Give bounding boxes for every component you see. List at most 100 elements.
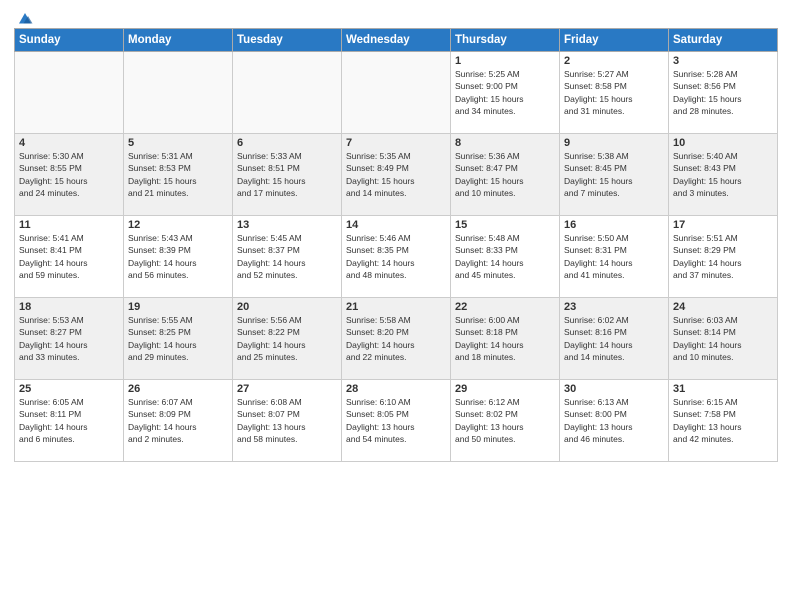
calendar-day-cell: 28Sunrise: 6:10 AMSunset: 8:05 PMDayligh… bbox=[342, 380, 451, 462]
day-number: 10 bbox=[673, 137, 773, 149]
calendar-week-row: 1Sunrise: 5:25 AMSunset: 9:00 PMDaylight… bbox=[15, 52, 778, 134]
calendar-day-cell bbox=[15, 52, 124, 134]
day-info: Sunrise: 6:07 AMSunset: 8:09 PMDaylight:… bbox=[128, 396, 228, 445]
day-info: Sunrise: 5:33 AMSunset: 8:51 PMDaylight:… bbox=[237, 150, 337, 199]
day-number: 23 bbox=[564, 301, 664, 313]
calendar-week-row: 11Sunrise: 5:41 AMSunset: 8:41 PMDayligh… bbox=[15, 216, 778, 298]
day-number: 6 bbox=[237, 137, 337, 149]
day-info: Sunrise: 5:38 AMSunset: 8:45 PMDaylight:… bbox=[564, 150, 664, 199]
day-info: Sunrise: 5:58 AMSunset: 8:20 PMDaylight:… bbox=[346, 314, 446, 363]
calendar-week-row: 25Sunrise: 6:05 AMSunset: 8:11 PMDayligh… bbox=[15, 380, 778, 462]
header bbox=[14, 10, 778, 24]
day-number: 20 bbox=[237, 301, 337, 313]
calendar-week-row: 4Sunrise: 5:30 AMSunset: 8:55 PMDaylight… bbox=[15, 134, 778, 216]
calendar-day-cell: 26Sunrise: 6:07 AMSunset: 8:09 PMDayligh… bbox=[124, 380, 233, 462]
day-number: 17 bbox=[673, 219, 773, 231]
day-number: 3 bbox=[673, 55, 773, 67]
calendar-day-cell: 31Sunrise: 6:15 AMSunset: 7:58 PMDayligh… bbox=[669, 380, 778, 462]
calendar-day-cell: 29Sunrise: 6:12 AMSunset: 8:02 PMDayligh… bbox=[451, 380, 560, 462]
calendar-week-row: 18Sunrise: 5:53 AMSunset: 8:27 PMDayligh… bbox=[15, 298, 778, 380]
day-number: 31 bbox=[673, 383, 773, 395]
day-number: 2 bbox=[564, 55, 664, 67]
day-info: Sunrise: 6:02 AMSunset: 8:16 PMDaylight:… bbox=[564, 314, 664, 363]
calendar-header-monday: Monday bbox=[124, 29, 233, 52]
calendar-day-cell: 27Sunrise: 6:08 AMSunset: 8:07 PMDayligh… bbox=[233, 380, 342, 462]
day-info: Sunrise: 5:36 AMSunset: 8:47 PMDaylight:… bbox=[455, 150, 555, 199]
day-number: 24 bbox=[673, 301, 773, 313]
calendar-day-cell: 22Sunrise: 6:00 AMSunset: 8:18 PMDayligh… bbox=[451, 298, 560, 380]
calendar-day-cell: 7Sunrise: 5:35 AMSunset: 8:49 PMDaylight… bbox=[342, 134, 451, 216]
day-number: 9 bbox=[564, 137, 664, 149]
logo bbox=[14, 10, 34, 24]
calendar-day-cell: 6Sunrise: 5:33 AMSunset: 8:51 PMDaylight… bbox=[233, 134, 342, 216]
day-info: Sunrise: 6:12 AMSunset: 8:02 PMDaylight:… bbox=[455, 396, 555, 445]
calendar-day-cell: 14Sunrise: 5:46 AMSunset: 8:35 PMDayligh… bbox=[342, 216, 451, 298]
calendar-day-cell: 11Sunrise: 5:41 AMSunset: 8:41 PMDayligh… bbox=[15, 216, 124, 298]
day-info: Sunrise: 5:35 AMSunset: 8:49 PMDaylight:… bbox=[346, 150, 446, 199]
page: SundayMondayTuesdayWednesdayThursdayFrid… bbox=[0, 0, 792, 612]
day-info: Sunrise: 6:15 AMSunset: 7:58 PMDaylight:… bbox=[673, 396, 773, 445]
calendar-table: SundayMondayTuesdayWednesdayThursdayFrid… bbox=[14, 28, 778, 462]
day-info: Sunrise: 5:43 AMSunset: 8:39 PMDaylight:… bbox=[128, 232, 228, 281]
day-number: 5 bbox=[128, 137, 228, 149]
calendar-day-cell: 10Sunrise: 5:40 AMSunset: 8:43 PMDayligh… bbox=[669, 134, 778, 216]
calendar-day-cell: 15Sunrise: 5:48 AMSunset: 8:33 PMDayligh… bbox=[451, 216, 560, 298]
day-info: Sunrise: 5:56 AMSunset: 8:22 PMDaylight:… bbox=[237, 314, 337, 363]
day-number: 22 bbox=[455, 301, 555, 313]
day-info: Sunrise: 6:08 AMSunset: 8:07 PMDaylight:… bbox=[237, 396, 337, 445]
calendar-day-cell: 3Sunrise: 5:28 AMSunset: 8:56 PMDaylight… bbox=[669, 52, 778, 134]
day-info: Sunrise: 5:51 AMSunset: 8:29 PMDaylight:… bbox=[673, 232, 773, 281]
day-number: 13 bbox=[237, 219, 337, 231]
day-info: Sunrise: 5:25 AMSunset: 9:00 PMDaylight:… bbox=[455, 68, 555, 117]
day-info: Sunrise: 5:28 AMSunset: 8:56 PMDaylight:… bbox=[673, 68, 773, 117]
calendar-day-cell: 1Sunrise: 5:25 AMSunset: 9:00 PMDaylight… bbox=[451, 52, 560, 134]
day-number: 8 bbox=[455, 137, 555, 149]
day-number: 29 bbox=[455, 383, 555, 395]
calendar-day-cell: 9Sunrise: 5:38 AMSunset: 8:45 PMDaylight… bbox=[560, 134, 669, 216]
calendar-day-cell: 8Sunrise: 5:36 AMSunset: 8:47 PMDaylight… bbox=[451, 134, 560, 216]
calendar-day-cell: 21Sunrise: 5:58 AMSunset: 8:20 PMDayligh… bbox=[342, 298, 451, 380]
calendar-day-cell: 16Sunrise: 5:50 AMSunset: 8:31 PMDayligh… bbox=[560, 216, 669, 298]
calendar-day-cell: 2Sunrise: 5:27 AMSunset: 8:58 PMDaylight… bbox=[560, 52, 669, 134]
day-info: Sunrise: 5:55 AMSunset: 8:25 PMDaylight:… bbox=[128, 314, 228, 363]
day-info: Sunrise: 6:00 AMSunset: 8:18 PMDaylight:… bbox=[455, 314, 555, 363]
calendar-header-thursday: Thursday bbox=[451, 29, 560, 52]
calendar-day-cell: 20Sunrise: 5:56 AMSunset: 8:22 PMDayligh… bbox=[233, 298, 342, 380]
calendar-header-sunday: Sunday bbox=[15, 29, 124, 52]
calendar-day-cell: 18Sunrise: 5:53 AMSunset: 8:27 PMDayligh… bbox=[15, 298, 124, 380]
calendar-day-cell: 5Sunrise: 5:31 AMSunset: 8:53 PMDaylight… bbox=[124, 134, 233, 216]
day-info: Sunrise: 5:30 AMSunset: 8:55 PMDaylight:… bbox=[19, 150, 119, 199]
day-info: Sunrise: 6:13 AMSunset: 8:00 PMDaylight:… bbox=[564, 396, 664, 445]
day-info: Sunrise: 5:45 AMSunset: 8:37 PMDaylight:… bbox=[237, 232, 337, 281]
day-number: 30 bbox=[564, 383, 664, 395]
calendar-day-cell: 25Sunrise: 6:05 AMSunset: 8:11 PMDayligh… bbox=[15, 380, 124, 462]
calendar-day-cell: 13Sunrise: 5:45 AMSunset: 8:37 PMDayligh… bbox=[233, 216, 342, 298]
day-number: 12 bbox=[128, 219, 228, 231]
day-info: Sunrise: 5:48 AMSunset: 8:33 PMDaylight:… bbox=[455, 232, 555, 281]
day-number: 15 bbox=[455, 219, 555, 231]
day-info: Sunrise: 5:53 AMSunset: 8:27 PMDaylight:… bbox=[19, 314, 119, 363]
day-number: 4 bbox=[19, 137, 119, 149]
day-info: Sunrise: 5:27 AMSunset: 8:58 PMDaylight:… bbox=[564, 68, 664, 117]
day-number: 26 bbox=[128, 383, 228, 395]
day-info: Sunrise: 5:50 AMSunset: 8:31 PMDaylight:… bbox=[564, 232, 664, 281]
calendar-day-cell: 24Sunrise: 6:03 AMSunset: 8:14 PMDayligh… bbox=[669, 298, 778, 380]
day-number: 14 bbox=[346, 219, 446, 231]
day-number: 27 bbox=[237, 383, 337, 395]
day-number: 7 bbox=[346, 137, 446, 149]
calendar-header-tuesday: Tuesday bbox=[233, 29, 342, 52]
calendar-day-cell bbox=[233, 52, 342, 134]
calendar-header-saturday: Saturday bbox=[669, 29, 778, 52]
day-info: Sunrise: 5:31 AMSunset: 8:53 PMDaylight:… bbox=[128, 150, 228, 199]
calendar-day-cell: 17Sunrise: 5:51 AMSunset: 8:29 PMDayligh… bbox=[669, 216, 778, 298]
logo-icon bbox=[16, 10, 34, 28]
calendar-day-cell: 23Sunrise: 6:02 AMSunset: 8:16 PMDayligh… bbox=[560, 298, 669, 380]
calendar-day-cell: 4Sunrise: 5:30 AMSunset: 8:55 PMDaylight… bbox=[15, 134, 124, 216]
day-number: 16 bbox=[564, 219, 664, 231]
day-number: 28 bbox=[346, 383, 446, 395]
calendar-day-cell: 12Sunrise: 5:43 AMSunset: 8:39 PMDayligh… bbox=[124, 216, 233, 298]
day-number: 21 bbox=[346, 301, 446, 313]
calendar-day-cell: 19Sunrise: 5:55 AMSunset: 8:25 PMDayligh… bbox=[124, 298, 233, 380]
calendar-day-cell bbox=[124, 52, 233, 134]
day-info: Sunrise: 5:40 AMSunset: 8:43 PMDaylight:… bbox=[673, 150, 773, 199]
